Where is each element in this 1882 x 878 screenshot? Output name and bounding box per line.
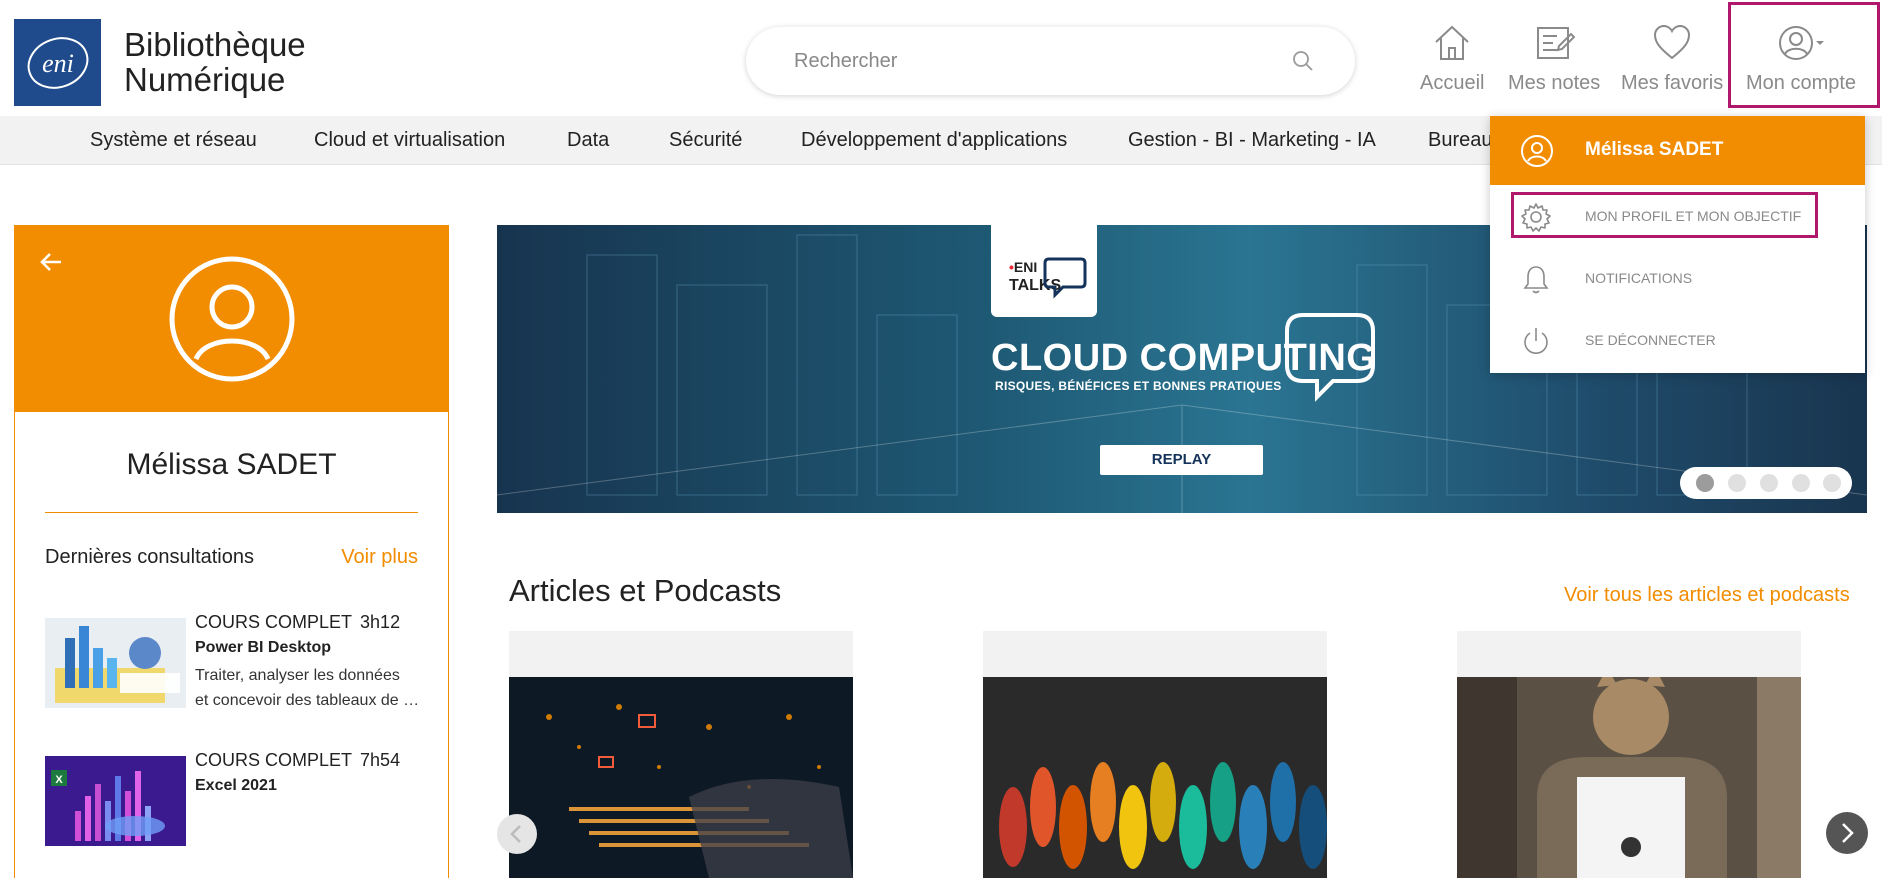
nav-accueil-label: Accueil [1420,72,1485,94]
avatar-icon [169,256,295,382]
articles-see-all-link[interactable]: Voir tous les articles et podcasts [1564,584,1850,607]
carousel-dots [1680,467,1852,499]
carousel-prev-button[interactable] [497,814,537,854]
profile-card-header [15,226,448,412]
carousel-dot-4[interactable] [1792,474,1810,492]
category-systeme-reseau[interactable]: Système et réseau [90,129,257,152]
nav-favoris-label: Mes favoris [1621,72,1724,94]
course-title: Excel 2021 [195,777,277,794]
articles-title: Articles et Podcasts [509,573,782,608]
article-card[interactable] [509,631,853,878]
article-image[interactable] [509,677,853,878]
site-title[interactable]: Bibliothèque Numérique [124,27,306,97]
course-title: Power BI Desktop [195,639,332,656]
site-title-line1: Bibliothèque [124,26,306,63]
course-thumbnail[interactable] [45,618,186,708]
menu-item-logout[interactable]: SE DÉCONNECTER [1490,309,1865,371]
course-duration: 7h54 [360,750,401,770]
article-card[interactable] [1457,631,1801,878]
nav-notes[interactable]: Mes notes [1508,22,1600,95]
eni-logo[interactable]: eni [14,19,101,106]
article-image[interactable] [983,677,1327,878]
course-kind: COURS COMPLET 7h54 [195,750,401,770]
header: eni Bibliothèque Numérique Accueil Mes n… [0,0,1882,116]
search-box [746,27,1355,95]
article-card[interactable] [983,631,1327,878]
account-dropdown: Mélissa SADET MON PROFIL ET MON OBJECTIF… [1490,116,1865,373]
category-data[interactable]: Data [567,129,609,152]
recent-see-more-link[interactable]: Voir plus [341,546,418,569]
eni-talks-badge: •ENI TALKS [991,225,1097,317]
nav-favoris[interactable]: Mes favoris [1621,22,1723,95]
course-item[interactable]: COURS COMPLET 3h12 Power BI Desktop Trait… [45,612,435,728]
profile-card: Mélissa SADET Dernières consultations Vo… [14,225,449,878]
course-item[interactable]: X COURS COMPLET 7h54 Excel 2021 [45,750,435,866]
chevron-left-icon [510,825,521,843]
back-arrow-icon[interactable] [37,248,65,276]
svg-text:eni: eni [42,49,74,78]
menu-item-notifications-label: NOTIFICATIONS [1585,270,1693,286]
menu-item-logout-label: SE DÉCONNECTER [1585,332,1716,348]
account-user-name: Mélissa SADET [1585,139,1724,160]
course-meta: COURS COMPLET 7h54 Excel 2021 [195,750,435,795]
power-icon [1524,328,1548,354]
course-kind: COURS COMPLET 3h12 [195,612,401,632]
category-cloud-virtualisation[interactable]: Cloud et virtualisation [314,129,505,152]
carousel-next-button[interactable] [1826,812,1868,854]
recent-consultations-title: Dernières consultations [45,546,254,568]
svg-text:X: X [55,774,63,786]
carousel-dot-5[interactable] [1823,474,1841,492]
nav-notes-label: Mes notes [1508,72,1601,94]
search-icon[interactable] [1291,49,1315,73]
replay-button[interactable]: REPLAY [1100,445,1263,475]
carousel-dot-3[interactable] [1760,474,1778,492]
carousel-dot-2[interactable] [1728,474,1746,492]
nav-accueil[interactable]: Accueil [1420,22,1484,95]
banner-subtitle: RISQUES, BÉNÉFICES ET BONNES PRATIQUES [995,379,1282,393]
course-thumbnail[interactable]: X [45,756,186,846]
profile-highlight-box [1511,192,1818,238]
home-icon [1435,25,1469,60]
notes-icon [1537,27,1576,59]
account-dropdown-header[interactable]: Mélissa SADET [1490,116,1865,185]
account-highlight-box [1728,2,1880,108]
category-securite[interactable]: Sécurité [669,129,742,152]
course-duration: 3h12 [360,612,401,632]
bell-icon [1523,266,1549,294]
divider [45,512,418,513]
eni-logo-icon: eni [27,36,88,89]
search-input[interactable] [794,27,1274,95]
site-title-line2: Numérique [124,61,286,98]
menu-item-notifications[interactable]: NOTIFICATIONS [1490,247,1865,309]
category-developpement[interactable]: Développement d'applications [801,129,1067,152]
article-image[interactable] [1457,677,1801,878]
user-icon [1521,135,1553,167]
heart-icon [1654,24,1691,60]
banner-title: CLOUD COMPUTING [991,337,1377,379]
category-bureau[interactable]: Bureau [1428,129,1493,152]
category-gestion-bi[interactable]: Gestion - BI - Marketing - IA [1128,129,1376,152]
carousel-dot-1[interactable] [1696,474,1714,492]
chevron-right-icon [1842,823,1854,843]
course-meta: COURS COMPLET 3h12 Power BI Desktop Trait… [195,612,435,713]
eni-talks-label: •ENI [1009,259,1038,275]
profile-name: Mélissa SADET [126,448,337,481]
course-description: Traiter, analyser les données et concevo… [195,667,420,709]
speech-bubble-icon [1043,257,1087,299]
